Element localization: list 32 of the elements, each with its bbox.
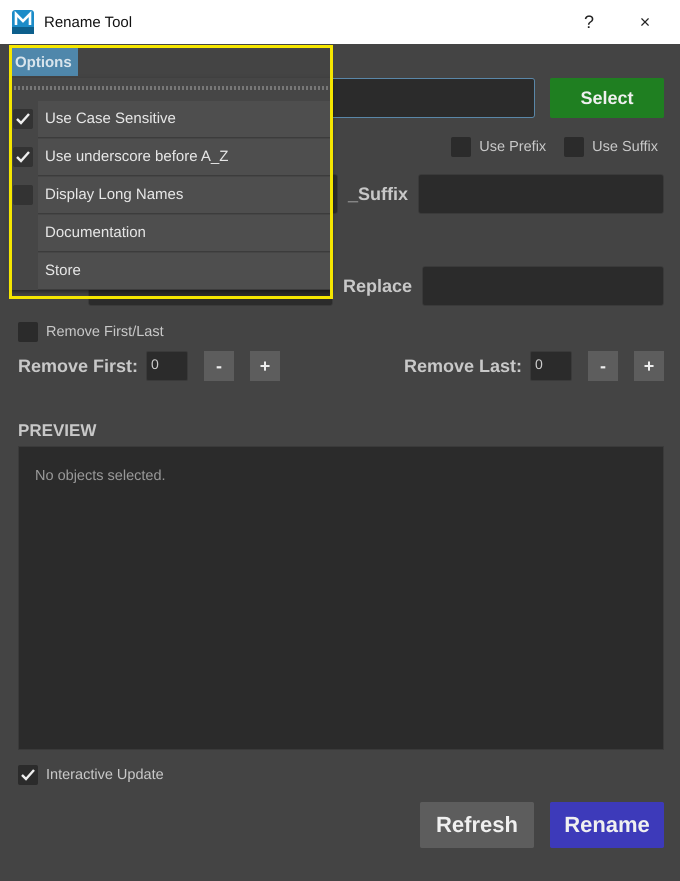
help-button[interactable]: ?	[566, 2, 612, 42]
plus-button[interactable]: +	[634, 351, 664, 381]
checkbox-label: Use Prefix	[479, 139, 546, 155]
field-label: Replace	[342, 276, 412, 296]
section-heading: PREVIEW	[18, 421, 96, 441]
checkbox-label: Use Suffix	[592, 139, 658, 155]
preview-message: No objects selected.	[35, 468, 166, 484]
check-icon	[16, 113, 30, 125]
plus-button[interactable]: +	[250, 351, 280, 381]
rename-button[interactable]: Rename	[550, 802, 664, 848]
field-label: Remove Last:	[404, 356, 522, 376]
minus-button[interactable]: -	[204, 351, 234, 381]
checkbox[interactable]	[564, 137, 584, 157]
checkbox[interactable]	[451, 137, 472, 157]
select-button[interactable]: Select	[550, 78, 664, 118]
number-field[interactable]: 0	[530, 351, 572, 381]
checkbox-label: Remove First/Last	[46, 324, 164, 340]
refresh-button[interactable]: Refresh	[420, 802, 534, 848]
replace-field[interactable]	[422, 266, 664, 306]
suffix-field[interactable]	[418, 174, 664, 214]
app-logo-icon	[12, 10, 34, 34]
field-label: Remove First:	[18, 356, 138, 376]
checkbox[interactable]	[18, 322, 38, 342]
number-field[interactable]: 0	[146, 351, 188, 381]
checkbox-label: Interactive Update	[46, 767, 164, 783]
window-title: Rename Tool	[44, 14, 134, 30]
check-icon	[16, 151, 30, 163]
checkbox[interactable]	[18, 765, 38, 785]
check-icon	[21, 769, 35, 781]
close-button[interactable]: ×	[622, 2, 668, 42]
minus-button[interactable]: -	[588, 351, 618, 381]
field-label: _Suffix	[348, 184, 408, 204]
